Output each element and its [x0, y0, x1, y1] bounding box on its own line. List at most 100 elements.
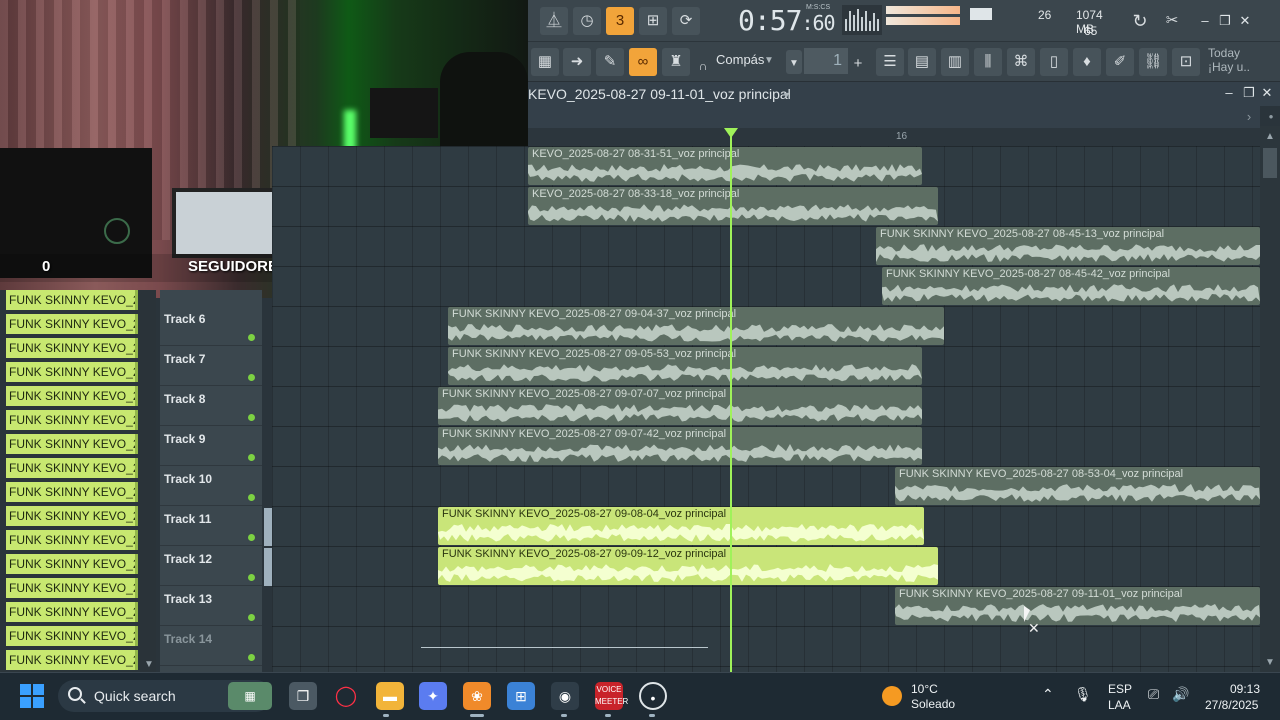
audio-clip[interactable]: KEVO_2025-08-27 08-31-51_voz principal [528, 147, 922, 185]
audio-clip[interactable]: FUNK SKINNY KEVO_2025-08-27 09-07-07_voz… [438, 387, 922, 425]
playlist-title[interactable]: KEVO_2025-08-27 09-11-01_voz principal [528, 86, 791, 102]
zoom-icon[interactable]: • [1262, 108, 1280, 126]
track-enable-icon[interactable] [248, 654, 255, 661]
playlist-scrollbar-horizontal[interactable] [528, 106, 1260, 128]
audio-clip[interactable]: FUNK SKINNY KEVO_2025-08-27 09-05-53_voz… [448, 347, 922, 385]
track-enable-icon[interactable] [248, 414, 255, 421]
track-enable-icon[interactable] [248, 534, 255, 541]
pattern-number[interactable]: 1 [804, 48, 848, 74]
timeline-ruler[interactable] [528, 128, 1260, 146]
pattern-arrow-icon[interactable]: ▼ [786, 50, 802, 74]
wait-input-icon[interactable]: ◷ [573, 7, 601, 35]
track-enable-icon[interactable] [248, 494, 255, 501]
track-enable-icon[interactable] [248, 614, 255, 621]
audio-clip[interactable]: KEVO_2025-08-27 08-33-18_voz principal [528, 187, 938, 225]
audio-clip[interactable]: FUNK SKINNY KEVO_2025-08-27 08-45-13_voz… [876, 227, 1260, 265]
channel-button[interactable]: FUNK SKINNY KEVO_2025... [6, 434, 138, 454]
channel-button[interactable]: FUNK SKINNY KEVO_2025... [6, 314, 138, 334]
audio-clip[interactable]: FUNK SKINNY KEVO_2025-08-27 09-08-04_voz… [438, 507, 924, 545]
snap-select[interactable]: Compás [716, 52, 764, 67]
close-icon[interactable]: ✕ [1236, 12, 1254, 30]
restore-icon[interactable]: ❐ [1216, 12, 1234, 30]
audio-clip[interactable]: FUNK SKINNY KEVO_2025-08-27 09-04-37_voz… [448, 307, 944, 345]
stamp-icon[interactable]: ♜ [662, 48, 690, 76]
track-enable-icon[interactable] [248, 454, 255, 461]
channel-button[interactable]: FUNK SKINNY KEVO_2025... [6, 386, 138, 406]
voicemeeter-icon[interactable]: VOICE MEETER [595, 682, 628, 710]
track-header[interactable]: Track 14 [160, 626, 262, 666]
track-11-selector[interactable] [264, 508, 272, 546]
minimize-icon[interactable]: – [1196, 12, 1214, 30]
refresh-icon[interactable]: ↻ [1126, 7, 1154, 35]
plugin-icon[interactable]: ♦ [1073, 48, 1101, 76]
language-indicator[interactable]: ESP [1108, 682, 1132, 696]
metronome-icon[interactable]: ⏅ [540, 7, 568, 35]
track-header[interactable]: Track 7 [160, 346, 262, 386]
step-edit-icon[interactable]: ⊞ [639, 7, 667, 35]
chevron-down-icon[interactable]: ▼ [764, 55, 774, 66]
piano-icon[interactable]: ▦ [531, 48, 559, 76]
scrollbar-thumb[interactable] [1263, 148, 1277, 178]
channel-button[interactable]: FUNK SKINNY KEVO_2025... [6, 554, 138, 574]
track-header[interactable]: Track 8 [160, 386, 262, 426]
track-header[interactable]: Track 13 [160, 586, 262, 626]
volume-icon[interactable]: 🔊 [1172, 686, 1189, 703]
scroll-right-icon[interactable]: › [1240, 108, 1258, 126]
loop-record-icon[interactable]: ⟳ [672, 7, 700, 35]
audio-clip[interactable]: FUNK SKINNY KEVO_2025-08-27 08-53-04_voz… [895, 467, 1260, 505]
playlist-icon[interactable]: ☰ [876, 48, 904, 76]
copilot-icon[interactable]: ✦ [419, 682, 447, 710]
microphone-icon[interactable]: 🎙 [1074, 686, 1092, 703]
playlist-close-icon[interactable]: ✕ [1258, 84, 1276, 102]
channel-button[interactable]: FUNK SKINNY KEVO_2025... [6, 362, 138, 382]
brush-icon[interactable]: ✎ [596, 48, 624, 76]
file-icon[interactable]: ▯ [1040, 48, 1068, 76]
channel-button[interactable]: FUNK SKINNY KEVO_2025... [6, 410, 138, 430]
track-enable-icon[interactable] [248, 374, 255, 381]
link-icon[interactable]: ∞ [629, 48, 657, 76]
playlist-minimize-icon[interactable]: – [1220, 84, 1238, 102]
edison-icon[interactable]: ✐ [1106, 48, 1134, 76]
add-pattern-icon[interactable]: + [849, 50, 867, 74]
clock-time[interactable]: 09:13 [1230, 682, 1260, 696]
piano-roll-icon[interactable]: ▥ [941, 48, 969, 76]
channel-scrollbar[interactable] [140, 290, 156, 672]
playhead[interactable] [730, 128, 732, 672]
countdown-icon[interactable]: 3 [606, 7, 634, 35]
arrow-right-icon[interactable]: ➜ [563, 48, 591, 76]
magnet-icon[interactable]: ∩ [694, 52, 712, 73]
channel-button[interactable]: FUNK SKINNY KEVO_2025... [6, 290, 138, 310]
channel-button[interactable]: FUNK SKINNY KEVO_2025... [6, 626, 138, 646]
chevron-down-icon[interactable]: ▼ [782, 90, 791, 100]
audio-clip[interactable]: FUNK SKINNY KEVO_2025-08-27 09-09-12_voz… [438, 547, 938, 585]
weather-temperature[interactable]: 10°C [911, 682, 938, 696]
project-icon[interactable]: ⛓ [1139, 48, 1167, 76]
track-header[interactable]: Track 12 [160, 546, 262, 586]
playlist-scrollbar-vertical[interactable] [1260, 126, 1280, 672]
channel-button[interactable]: FUNK SKINNY KEVO_2025... [6, 650, 138, 670]
clock-date[interactable]: 27/8/2025 [1205, 698, 1258, 712]
opera-icon[interactable]: ◯ [332, 682, 360, 710]
track-header[interactable]: Track 6 [160, 306, 262, 346]
windows-start-icon[interactable] [20, 684, 44, 708]
track-12-selector[interactable] [264, 548, 272, 586]
weather-description[interactable]: Soleado [911, 697, 955, 711]
fl-studio-icon[interactable]: ❀ [463, 682, 491, 710]
track-header[interactable]: Track 11 [160, 506, 262, 546]
audio-clip[interactable]: FUNK SKINNY KEVO_2025-08-27 08-45-42_voz… [882, 267, 1260, 305]
channel-button[interactable]: FUNK SKINNY KEVO_2025... [6, 602, 138, 622]
network-icon[interactable]: ⎚ [1148, 686, 1159, 703]
track-enable-icon[interactable] [248, 334, 255, 341]
news-panel[interactable]: Today ¡Hay u.. [1208, 46, 1250, 74]
track-header[interactable]: Track 9 [160, 426, 262, 466]
playhead-marker[interactable] [724, 128, 738, 138]
channel-button[interactable]: FUNK SKINNY KEVO_2025... [6, 482, 138, 502]
audio-clip[interactable]: FUNK SKINNY KEVO_2025-08-27 09-11-01_voz… [895, 587, 1260, 625]
task-view-icon[interactable]: ❐ [289, 682, 317, 710]
file-explorer-icon[interactable]: ▬ [376, 682, 404, 710]
obs-icon[interactable]: ◉ [551, 682, 579, 710]
track-enable-icon[interactable] [248, 574, 255, 581]
mixer-icon[interactable]: ⫼ [974, 48, 1002, 76]
sun-icon[interactable] [882, 686, 902, 706]
browser-icon[interactable]: ⌘ [1007, 48, 1035, 76]
